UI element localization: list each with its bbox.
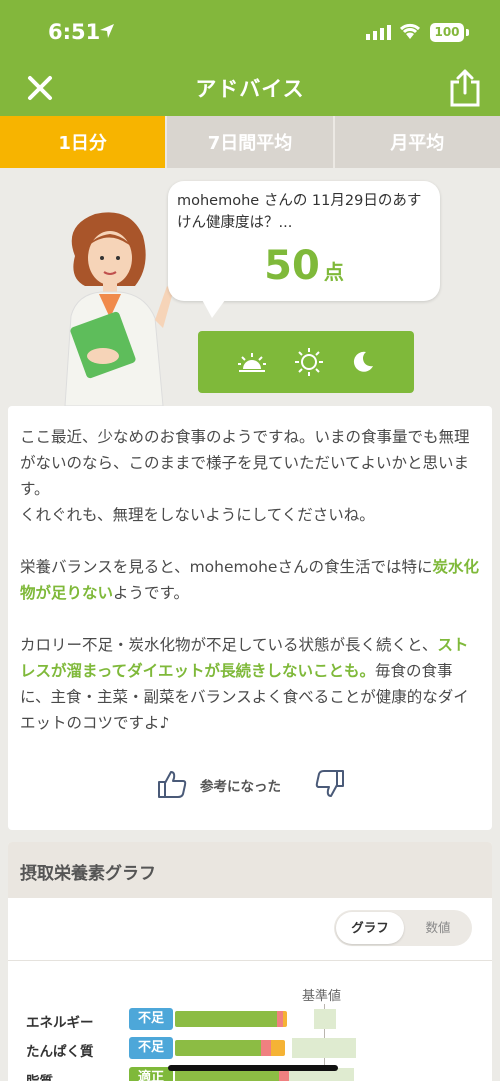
score-bubble: mohemohe さんの 11月29日のあすけん健康度は？... 50 点 <box>168 181 440 301</box>
bar-segment <box>271 1040 285 1056</box>
score-unit: 点 <box>323 260 344 284</box>
thumbs-down-button[interactable] <box>314 768 346 800</box>
status-badge: 不足 <box>129 1008 173 1030</box>
nutrient-card-header: 摂取栄養素グラフ <box>8 842 492 898</box>
period-tabs: 1日分 7日間平均 月平均 <box>0 116 500 168</box>
thumbs-up-button[interactable] <box>156 768 188 800</box>
advice-paragraph: カロリー不足・炭水化物が不足している状態が長く続くと、ストレスが溜まってダイエッ… <box>20 632 482 736</box>
meal-time-selector <box>198 331 414 393</box>
nutrient-row-protein[interactable]: たんぱく質 不足 <box>8 1037 492 1061</box>
home-indicator[interactable] <box>168 1065 338 1071</box>
nutrient-graph-card: 摂取栄養素グラフ グラフ 数値 基準値 エネルギー 不足 たんぱく質 不足 脂質… <box>8 842 492 1081</box>
bar-segment <box>261 1040 271 1056</box>
advice-p2-pre: 栄養バランスを見ると、mohemoheさんの食生活では特に <box>20 558 433 576</box>
battery-tip <box>466 29 469 36</box>
share-icon <box>450 69 480 107</box>
bubble-tail <box>200 296 228 318</box>
standard-range <box>292 1038 356 1058</box>
battery-icon: 100 <box>430 23 464 42</box>
toggle-values[interactable]: 数値 <box>406 910 470 946</box>
nutrient-name: 脂質 <box>26 1070 53 1081</box>
advice-card: ここ最近、少なめのお食事のようですね。いまの食事量でも無理がないのなら、このまま… <box>8 406 492 830</box>
score-hero: mohemohe さんの 11月29日のあすけん健康度は？... 50 点 <box>0 168 500 408</box>
tab-monthly-average[interactable]: 月平均 <box>335 116 500 168</box>
tab-7day-average[interactable]: 7日間平均 <box>167 116 335 168</box>
advice-paragraph: ここ最近、少なめのお食事のようですね。いまの食事量でも無理がないのなら、このまま… <box>20 424 482 528</box>
graph-value-toggle: グラフ 数値 <box>334 910 472 946</box>
health-score: 50 点 <box>168 243 440 289</box>
score-value: 50 <box>264 243 320 289</box>
advice-paragraph: 栄養バランスを見ると、mohemoheさんの食生活では特に炭水化物が足りないよう… <box>20 554 482 606</box>
bar-segment <box>283 1011 287 1027</box>
nutrient-row-energy[interactable]: エネルギー 不足 <box>8 1008 492 1032</box>
nutrient-name: エネルギー <box>26 1015 94 1031</box>
bar-segment <box>279 1070 289 1081</box>
advisor-illustration <box>64 212 173 406</box>
intake-bar <box>175 1040 285 1056</box>
bar-segment <box>175 1011 277 1027</box>
tab-1day[interactable]: 1日分 <box>0 116 168 168</box>
moon-icon[interactable] <box>351 350 375 374</box>
standard-value-label: 基準値 <box>302 989 342 1004</box>
app-header: 6:51 100 アドバイス <box>0 0 500 116</box>
location-icon <box>98 22 116 44</box>
cellular-signal-icon <box>366 24 392 44</box>
wifi-icon <box>398 21 422 45</box>
status-bar: 6:51 100 <box>0 0 500 64</box>
toggle-graph[interactable]: グラフ <box>336 912 404 944</box>
status-badge: 不足 <box>129 1037 173 1059</box>
status-time: 6:51 <box>48 20 101 44</box>
divider <box>8 960 492 961</box>
score-question: mohemohe さんの 11月29日のあすけん健康度は？... <box>177 193 422 231</box>
bar-segment <box>175 1070 279 1081</box>
helpful-label[interactable]: 参考になった <box>200 775 281 795</box>
intake-bar <box>175 1070 289 1081</box>
share-button[interactable] <box>448 68 482 108</box>
page-title: アドバイス <box>195 77 305 101</box>
nutrient-name: たんぱく質 <box>26 1044 94 1060</box>
advice-text: ここ最近、少なめのお食事のようですね。いまの食事量でも無理がないのなら、このまま… <box>20 424 482 762</box>
standard-range <box>314 1009 336 1029</box>
bar-segment <box>175 1040 261 1056</box>
nutrient-title: 摂取栄養素グラフ <box>20 864 156 884</box>
advice-p1: ここ最近、少なめのお食事のようですね。いまの食事量でも無理がないのなら、このまま… <box>20 428 470 498</box>
sunrise-icon[interactable] <box>237 351 267 373</box>
thumbs-up-icon <box>158 771 187 798</box>
advice-p3-pre: カロリー不足・炭水化物が不足している状態が長く続くと、 <box>20 636 438 654</box>
intake-bar <box>175 1011 287 1027</box>
thumbs-down-icon <box>315 770 344 797</box>
advice-p2-post: ようです。 <box>113 584 189 602</box>
sun-icon[interactable] <box>294 347 324 377</box>
advice-p1b: くれぐれも、無理をしないようにしてくださいね。 <box>20 506 375 524</box>
status-badge: 適正 <box>129 1067 173 1081</box>
